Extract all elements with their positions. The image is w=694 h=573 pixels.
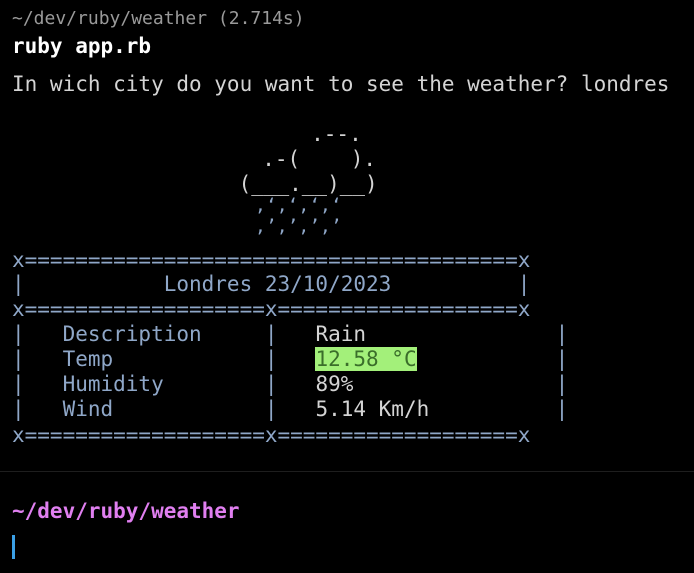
- row-end: |: [353, 372, 569, 396]
- rain-line-2: ‚’‚’‚’‚’: [190, 216, 342, 237]
- table-border-bottom: x===================x===================…: [12, 423, 531, 447]
- temp-value-highlight: 12.58 °C: [315, 347, 417, 371]
- row-value: Rain: [315, 322, 367, 346]
- row-label: | Temp |: [12, 347, 316, 371]
- row-end: |: [429, 397, 569, 421]
- prompt-path: ~/dev/ruby/weather: [12, 499, 240, 523]
- row-label: | Wind |: [12, 397, 316, 421]
- table-title-row: | Londres 23/10/2023 |: [12, 272, 530, 297]
- table-row: | Humidity | 89% |: [12, 372, 568, 397]
- table-border-mid: x===================x===================…: [12, 297, 531, 321]
- cloud-line-2: .-( ).: [199, 147, 377, 171]
- row-value: 5.14 Km/h: [315, 397, 430, 421]
- program-output-prompt: In wich city do you want to see the weat…: [12, 72, 670, 96]
- row-label: | Humidity |: [12, 372, 316, 396]
- table-row: | Wind | 5.14 Km/h |: [12, 397, 568, 422]
- table-border-top: x=======================================…: [12, 248, 531, 272]
- table-title-text: | Londres 23/10/2023 |: [12, 272, 531, 296]
- row-label: | Description |: [12, 322, 316, 346]
- table-row: | Temp | 12.58 °C |: [12, 347, 568, 372]
- command-text: ruby app.rb: [12, 34, 152, 58]
- input-cursor[interactable]: [12, 535, 15, 559]
- block-path-timing: ~/dev/ruby/weather (2.714s): [12, 8, 305, 29]
- block-divider: [0, 471, 694, 472]
- table-row: | Description | Rain |: [12, 322, 568, 347]
- cloud-line-1: .--.: [210, 122, 362, 146]
- row-end: |: [416, 347, 569, 371]
- row-end: |: [366, 322, 569, 346]
- row-value: 89%: [315, 372, 354, 396]
